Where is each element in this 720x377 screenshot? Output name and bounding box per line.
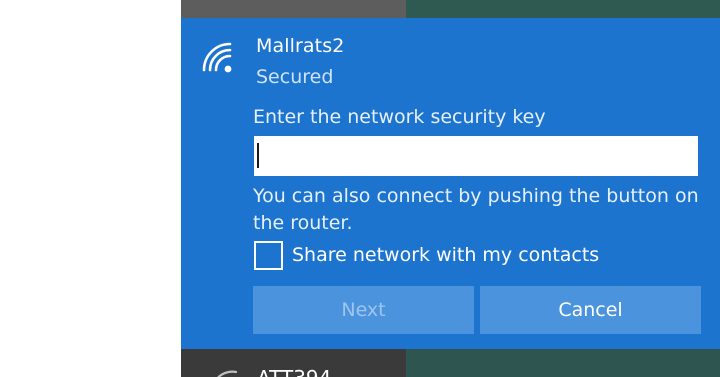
wifi-icon: [217, 370, 237, 377]
wifi-secured-icon: [202, 42, 232, 73]
security-key-input[interactable]: [254, 136, 698, 176]
security-key-label: Enter the network security key: [253, 106, 546, 128]
cancel-button[interactable]: Cancel: [480, 286, 701, 334]
network-list-item[interactable]: ATT394: [181, 349, 406, 377]
desktop-blank-area: [0, 0, 181, 377]
share-network-checkbox[interactable]: [254, 241, 283, 270]
network-status: Secured: [256, 66, 334, 88]
next-button[interactable]: Next: [253, 286, 474, 334]
desktop-background: [406, 0, 720, 18]
desktop-background-bottom: [406, 349, 720, 377]
network-name: Mallrats2: [256, 35, 345, 57]
network-connect-panel: Mallrats2 Secured Enter the network secu…: [181, 18, 720, 349]
network-list-item-name: ATT394: [257, 366, 331, 377]
share-network-label[interactable]: Share network with my contacts: [292, 241, 599, 269]
list-item-above: [181, 0, 406, 18]
wps-hint-text: You can also connect by pushing the butt…: [253, 185, 699, 234]
text-caret: [257, 143, 259, 168]
